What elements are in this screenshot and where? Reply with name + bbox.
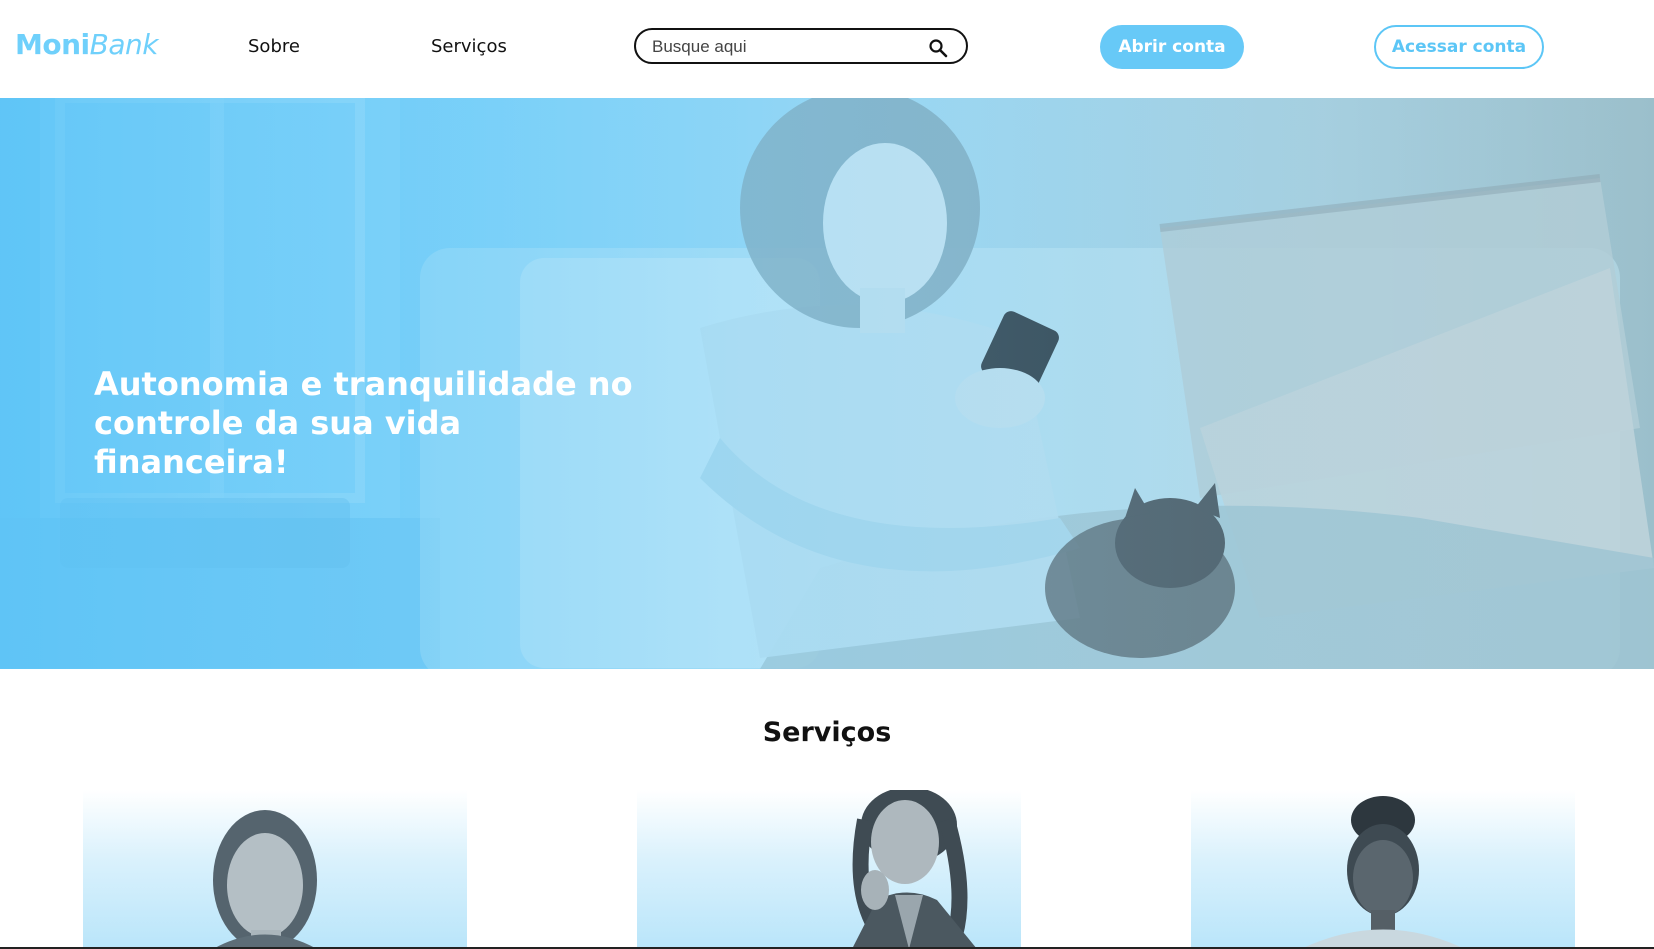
hero-headline: Autonomia e tranquilidade no controle da… [94, 365, 633, 482]
open-account-button[interactable]: Abrir conta [1100, 25, 1244, 69]
nav-link-sobre[interactable]: Sobre [248, 36, 300, 57]
nav-link-servicos[interactable]: Serviços [431, 36, 507, 57]
search-icon[interactable] [928, 38, 948, 58]
services-section-title: Serviços [762, 717, 892, 749]
hero-banner: Autonomia e tranquilidade no controle da… [0, 98, 1654, 669]
service-card-photo [213, 810, 317, 949]
monibank-logo[interactable]: MoniBank [15, 28, 158, 61]
service-card[interactable] [83, 790, 467, 949]
service-card[interactable] [637, 790, 1021, 949]
service-card[interactable] [1191, 790, 1575, 949]
search-box [634, 28, 968, 64]
logo-text-bank: Bank [89, 28, 159, 61]
search-input[interactable] [650, 34, 924, 60]
service-card-photo [852, 790, 977, 949]
site-header: MoniBank Sobre Serviços Abrir conta Aces… [0, 0, 1654, 98]
access-account-button[interactable]: Acessar conta [1374, 25, 1544, 69]
logo-text-moni: Moni [15, 28, 90, 61]
service-card-photo [1301, 796, 1465, 949]
